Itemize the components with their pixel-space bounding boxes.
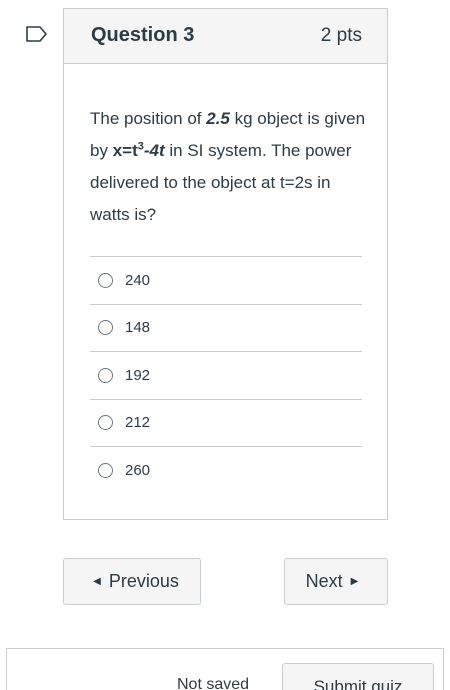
answer-label: 260 [125, 461, 151, 479]
question-header: Question 3 2 pts [64, 9, 387, 64]
equation: x=t3-4t [113, 141, 165, 160]
triangle-right-icon: ▶ [350, 576, 359, 587]
answer-option[interactable]: 148 [90, 303, 362, 352]
radio-button[interactable] [98, 320, 113, 336]
triangle-left-icon: ◀ [93, 576, 101, 587]
radio-button[interactable] [98, 462, 113, 478]
answer-option[interactable]: 240 [90, 256, 362, 304]
flag-question-icon[interactable] [26, 26, 48, 42]
next-label: Next [305, 571, 343, 591]
radio-button[interactable] [98, 272, 113, 288]
save-status: Not saved [177, 676, 250, 690]
answer-list: 240 148 192 212 260 [90, 256, 362, 494]
answer-label: 148 [125, 319, 151, 337]
answer-label: 192 [125, 366, 151, 384]
question-title: Question 3 [91, 24, 195, 46]
equation-base: x=t [112, 141, 138, 160]
question-card: Question 3 2 pts The position of 2.5 kg … [63, 8, 388, 520]
answer-option[interactable]: 192 [90, 351, 362, 399]
answer-label: 212 [125, 414, 151, 432]
question-text-part: The position of [90, 109, 207, 128]
question-text: The position of 2.5 kg object is given b… [90, 103, 370, 231]
answer-option[interactable]: 212 [90, 398, 362, 447]
equation-tail: -4t [143, 141, 165, 160]
radio-button[interactable] [98, 415, 113, 431]
previous-label: Previous [108, 571, 179, 591]
answer-label: 240 [125, 271, 151, 289]
radio-button[interactable] [98, 367, 113, 383]
previous-button[interactable]: ◀ Previous [63, 558, 201, 605]
mass-value: 2.5 [206, 109, 230, 128]
next-button[interactable]: Next ▶ [284, 558, 388, 605]
submit-quiz-button[interactable]: Submit quiz [282, 663, 434, 690]
quiz-footer: Not saved Submit quiz [6, 648, 444, 690]
question-points: 2 pts [320, 25, 362, 46]
answer-option[interactable]: 260 [90, 446, 362, 494]
